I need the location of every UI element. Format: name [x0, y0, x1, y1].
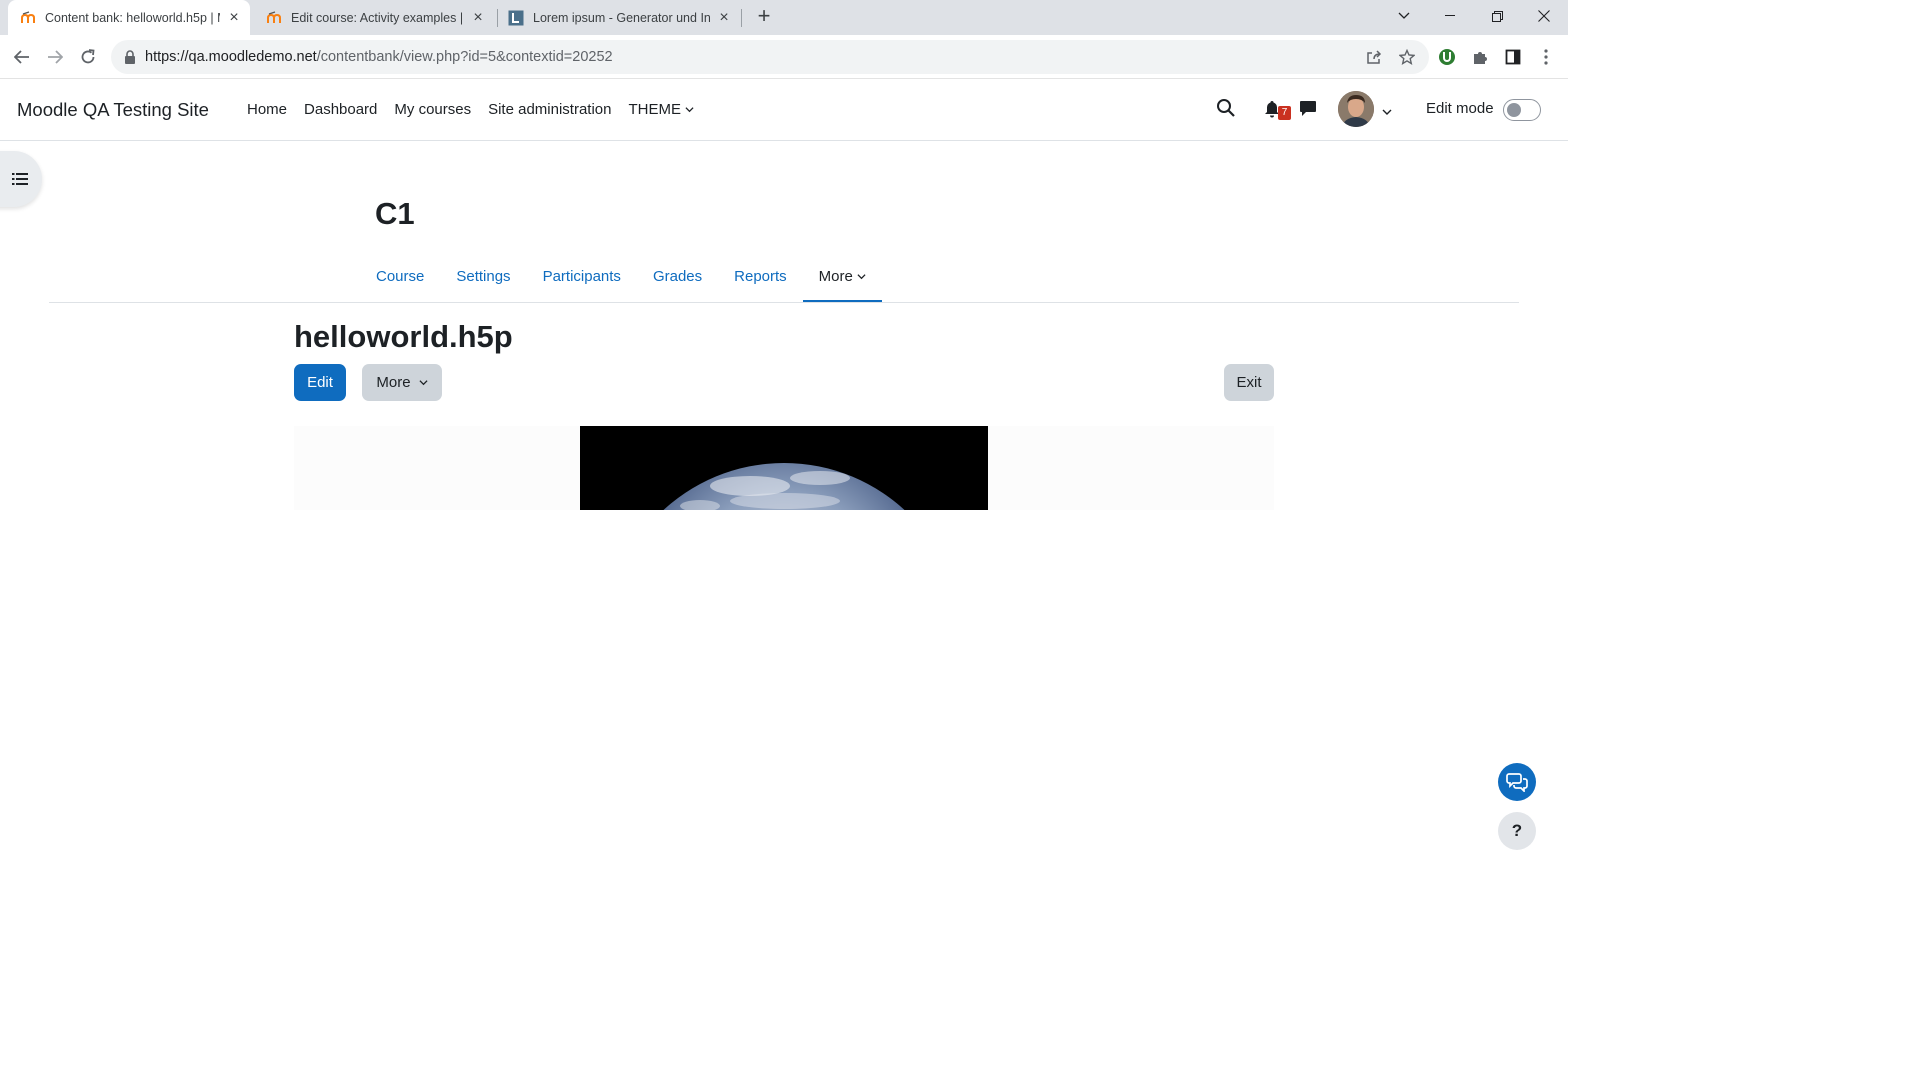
- restore-window-icon[interactable]: [1474, 0, 1520, 32]
- edit-button[interactable]: Edit: [294, 364, 346, 401]
- browser-tab-content-bank[interactable]: Content bank: helloworld.h5p | M ×: [8, 0, 250, 35]
- moodle-favicon-icon: [21, 10, 35, 23]
- address-bar[interactable]: https://qa.moodledemo.net/contentbank/vi…: [111, 40, 1429, 74]
- reload-icon[interactable]: [75, 44, 101, 70]
- new-tab-button[interactable]: +: [753, 5, 775, 27]
- close-tab-icon[interactable]: ×: [470, 9, 486, 26]
- site-brand[interactable]: Moodle QA Testing Site: [17, 99, 209, 121]
- browser-tab-title: Edit course: Activity examples | M: [291, 10, 464, 25]
- more-dropdown-button[interactable]: More: [362, 364, 442, 401]
- chat-drawer-button[interactable]: [1498, 763, 1536, 801]
- lock-icon: [125, 50, 135, 64]
- course-index-toggle[interactable]: [0, 151, 42, 207]
- primary-navigation: Home Dashboard My courses Site administr…: [247, 101, 711, 118]
- tab-participants[interactable]: Participants: [527, 249, 637, 303]
- close-tab-icon[interactable]: ×: [226, 9, 242, 26]
- course-title: C1: [375, 196, 415, 231]
- forward-arrow-icon[interactable]: [42, 44, 68, 70]
- earth-globe-graphic: [580, 426, 988, 510]
- browser-tab-title: Content bank: helloworld.h5p | M: [45, 10, 220, 25]
- browser-tab-lorem-ipsum[interactable]: Lorem ipsum - Generator und Inf ×: [498, 0, 740, 35]
- user-menu-chevron-icon[interactable]: [1382, 104, 1392, 122]
- nav-item-theme-label: THEME: [628, 101, 682, 118]
- browser-menu-icon[interactable]: [1533, 44, 1559, 70]
- edit-mode-toggle[interactable]: [1503, 99, 1541, 121]
- address-url: https://qa.moodledemo.net/contentbank/vi…: [145, 49, 613, 65]
- chat-bubbles-icon: [1506, 773, 1528, 792]
- browser-tab-edit-course[interactable]: Edit course: Activity examples | M ×: [254, 0, 494, 35]
- browser-toolbar: https://qa.moodledemo.net/contentbank/vi…: [0, 35, 1568, 79]
- extensions-puzzle-icon[interactable]: [1467, 44, 1493, 70]
- toggle-knob: [1507, 103, 1521, 117]
- chevron-down-icon: [685, 107, 694, 113]
- back-arrow-icon[interactable]: [9, 44, 35, 70]
- header-divider: [49, 302, 1519, 303]
- h5p-content-frame: [294, 426, 1274, 510]
- tab-more[interactable]: More: [802, 249, 883, 303]
- tab-grades[interactable]: Grades: [637, 249, 718, 303]
- nav-item-home[interactable]: Home: [247, 101, 287, 118]
- nav-item-site-administration[interactable]: Site administration: [488, 101, 611, 118]
- tab-search-chevron-icon[interactable]: [1381, 0, 1427, 32]
- exit-button[interactable]: Exit: [1224, 364, 1274, 401]
- browser-tab-title: Lorem ipsum - Generator und Inf: [533, 10, 710, 25]
- minimize-window-icon[interactable]: [1427, 0, 1473, 32]
- url-path: /contentbank/view.php?id=5&contextid=202…: [316, 49, 613, 65]
- tab-separator: [741, 9, 742, 27]
- secondary-navigation: Course Settings Participants Grades Repo…: [360, 249, 883, 303]
- chevron-down-icon: [857, 273, 866, 279]
- user-avatar[interactable]: [1338, 91, 1374, 127]
- nav-item-theme[interactable]: THEME: [629, 101, 695, 118]
- messages-icon[interactable]: [1299, 100, 1317, 122]
- moodle-favicon-icon: [267, 10, 281, 23]
- notification-count-badge: 7: [1278, 106, 1291, 120]
- tab-reports[interactable]: Reports: [718, 249, 803, 303]
- earth-image: [580, 426, 988, 510]
- tab-settings[interactable]: Settings: [440, 249, 526, 303]
- nav-item-my-courses[interactable]: My courses: [394, 101, 471, 118]
- search-icon[interactable]: [1216, 98, 1236, 123]
- extension-shield-icon[interactable]: [1434, 44, 1460, 70]
- side-panel-icon[interactable]: [1500, 44, 1526, 70]
- help-button[interactable]: ?: [1498, 812, 1536, 850]
- nav-item-dashboard[interactable]: Dashboard: [304, 101, 377, 118]
- user-avatar-image: [1338, 91, 1374, 127]
- moodle-navbar: Moodle QA Testing Site Home Dashboard My…: [0, 79, 1568, 141]
- edit-mode-label: Edit mode: [1426, 100, 1494, 117]
- close-window-icon[interactable]: [1521, 0, 1567, 32]
- more-button-label: More: [376, 374, 411, 391]
- lorem-favicon-icon: [508, 10, 524, 25]
- content-title: helloworld.h5p: [294, 319, 513, 354]
- close-tab-icon[interactable]: ×: [716, 9, 732, 26]
- share-icon[interactable]: [1361, 44, 1387, 70]
- tab-course[interactable]: Course: [360, 249, 440, 303]
- chevron-down-icon: [419, 380, 428, 386]
- url-host: https://qa.moodledemo.net: [145, 49, 317, 65]
- browser-tabstrip: Content bank: helloworld.h5p | M × Edit …: [0, 0, 1568, 35]
- list-icon: [12, 173, 28, 185]
- bookmark-star-icon[interactable]: [1394, 44, 1420, 70]
- tab-more-label: More: [818, 267, 853, 285]
